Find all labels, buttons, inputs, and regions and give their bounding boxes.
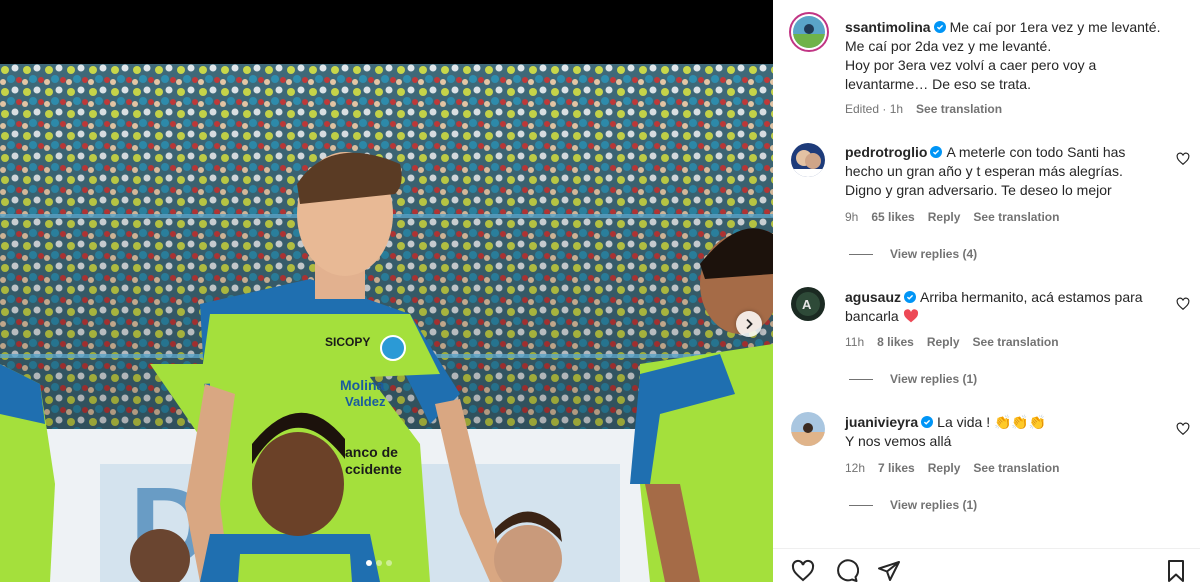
carousel-dot (366, 560, 372, 566)
comment-meta: 9h 65 likes Reply See translation (845, 210, 1059, 224)
author-username[interactable]: ssantimolina (845, 19, 931, 35)
caption-line: Hoy por 3era vez volví a caer pero voy a (845, 57, 1097, 73)
commenter-avatar[interactable]: A (791, 287, 825, 321)
see-translation-link[interactable]: See translation (973, 210, 1059, 224)
comment-line: Y nos vemos allá (845, 433, 952, 449)
comment-time: 12h (845, 461, 866, 475)
svg-text:anco de: anco de (345, 444, 398, 460)
caption-line: Me caí por 2da vez y me levanté. (845, 38, 1052, 54)
caption-line: Me caí por 1era vez y me levanté. (949, 19, 1161, 35)
commenter-username[interactable]: agusauz (845, 289, 901, 305)
verified-badge-icon (921, 416, 934, 428)
verified-badge-icon (930, 146, 943, 158)
comment-text: pedrotroglio A meterle con todo Santi has… (845, 143, 1165, 200)
reply-button[interactable]: Reply (927, 335, 960, 349)
like-comment-heart-icon[interactable] (1176, 422, 1190, 436)
comment-time: 11h (845, 335, 865, 349)
caption-meta: Edited · 1h See translation (845, 102, 1002, 116)
post-caption: ssantimolina Me caí por 1era vez y me lev… (845, 18, 1185, 94)
edited-time: Edited · 1h (845, 102, 904, 116)
comment-likes[interactable]: 8 likes (877, 335, 914, 349)
comment-line: Arriba hermanito, acá estamos para (920, 289, 1143, 305)
red-heart-emoji-icon (903, 309, 918, 323)
comment-icon[interactable] (835, 559, 859, 582)
like-comment-heart-icon[interactable] (1176, 297, 1190, 311)
view-replies-button[interactable]: View replies (1) (849, 372, 977, 386)
commenter-avatar[interactable] (791, 412, 825, 446)
bookmark-icon[interactable] (1164, 559, 1188, 582)
author-avatar[interactable] (789, 12, 829, 52)
commenter-username[interactable]: juanivieyra (845, 414, 918, 430)
see-translation-link[interactable]: See translation (973, 461, 1059, 475)
next-slide-button[interactable] (736, 311, 762, 337)
post-action-bar (773, 548, 1200, 582)
divider-line (849, 378, 873, 380)
comment-likes[interactable]: 7 likes (878, 461, 915, 475)
commenter-username[interactable]: pedrotroglio (845, 144, 927, 160)
view-replies-button[interactable]: View replies (4) (849, 247, 977, 261)
caption-line: levantarme… De eso se trata. (845, 76, 1031, 92)
see-translation-link[interactable]: See translation (916, 102, 1002, 116)
comment-meta: 12h 7 likes Reply See translation (845, 461, 1059, 475)
comment-likes[interactable]: 65 likes (871, 210, 914, 224)
avatar-image: A (791, 287, 825, 321)
view-replies-label: View replies (1) (890, 498, 978, 512)
post-photo[interactable]: D AZ SICOPY Molina Valdez anco de cciden… (0, 64, 773, 582)
comment-text: juanivieyra La vida ! 👏👏👏 Y nos vemos all… (845, 413, 1165, 451)
comment-line: A meterle con todo Santi has (946, 144, 1126, 160)
like-comment-heart-icon[interactable] (1176, 152, 1190, 166)
svg-text:SICOPY: SICOPY (325, 335, 370, 349)
avatar-image (791, 143, 825, 177)
post-media: D AZ SICOPY Molina Valdez anco de cciden… (0, 0, 773, 582)
photo-illustration: D AZ SICOPY Molina Valdez anco de cciden… (0, 64, 773, 582)
comment-line: La vida ! 👏👏👏 (937, 414, 1047, 430)
see-translation-link[interactable]: See translation (973, 335, 1059, 349)
chevron-right-icon (746, 318, 753, 330)
carousel-dot (376, 560, 382, 566)
reply-button[interactable]: Reply (928, 461, 961, 475)
carousel-indicator (366, 560, 392, 566)
comment-line: bancarla (845, 308, 899, 324)
reply-button[interactable]: Reply (928, 210, 961, 224)
view-replies-label: View replies (4) (890, 247, 978, 261)
divider-line (849, 253, 873, 255)
svg-text:A: A (802, 297, 812, 312)
commenter-avatar[interactable] (791, 143, 825, 177)
verified-badge-icon (933, 21, 946, 33)
svg-text:ccidente: ccidente (345, 461, 402, 477)
comment-text: agusauz Arriba hermanito, acá estamos par… (845, 288, 1165, 326)
comment-line: hecho un gran año y t esperan más alegrí… (845, 163, 1123, 179)
share-icon[interactable] (877, 559, 901, 582)
divider-line (849, 504, 873, 506)
comment-line: Digno y gran adversario. Te deseo lo mej… (845, 182, 1112, 198)
carousel-dot (386, 560, 392, 566)
comment-meta: 11h 8 likes Reply See translation (845, 335, 1059, 349)
svg-text:Molina: Molina (340, 377, 385, 393)
verified-badge-icon (904, 291, 917, 303)
comment-time: 9h (845, 210, 859, 224)
comments-panel: ssantimolina Me caí por 1era vez y me lev… (773, 0, 1200, 582)
view-replies-label: View replies (1) (890, 372, 978, 386)
heart-icon[interactable] (791, 559, 815, 582)
view-replies-button[interactable]: View replies (1) (849, 498, 977, 512)
avatar-image (791, 412, 825, 446)
svg-text:Valdez: Valdez (345, 394, 386, 409)
avatar-image (793, 16, 825, 48)
